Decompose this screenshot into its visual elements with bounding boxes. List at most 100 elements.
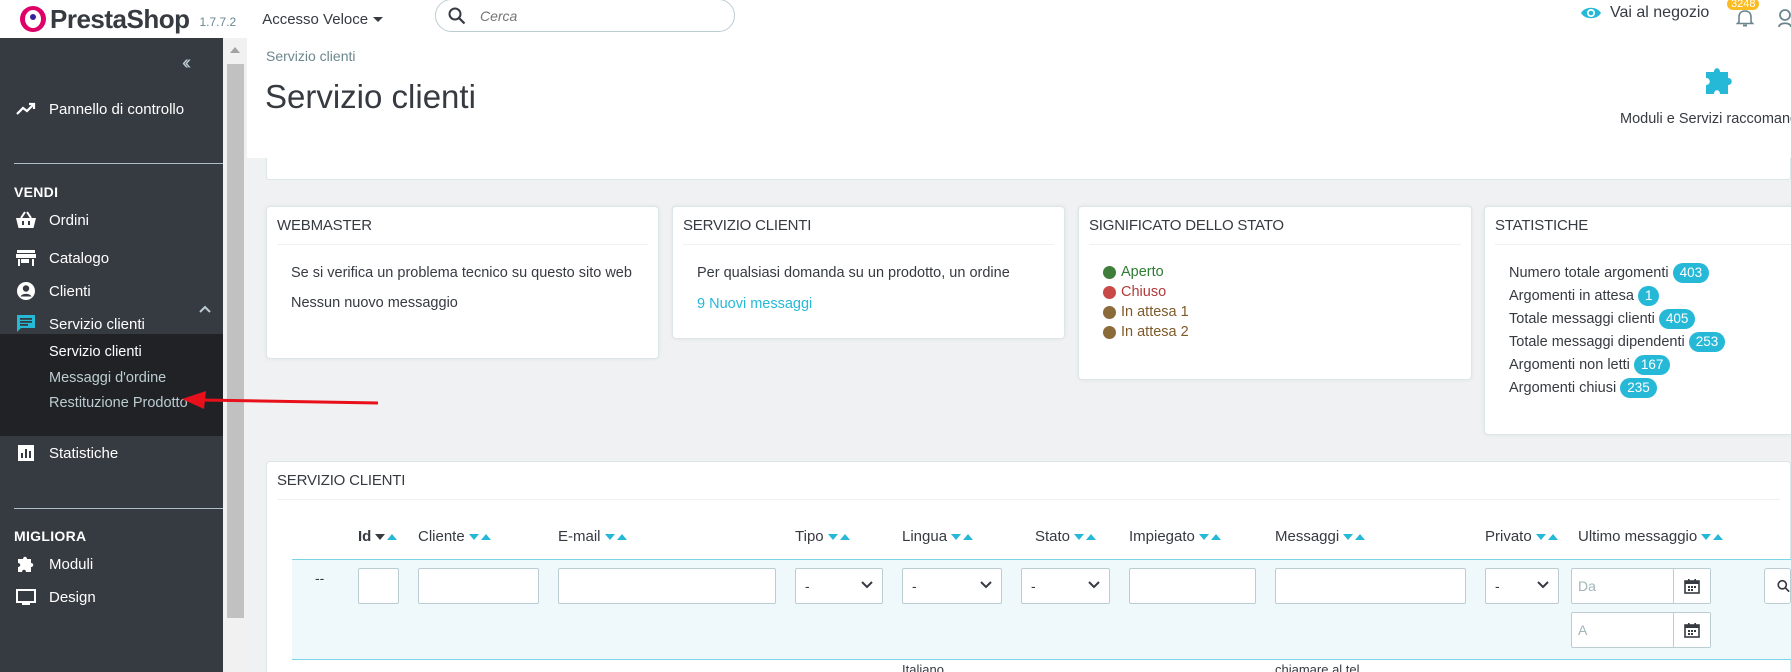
puzzle-icon (14, 554, 38, 574)
quick-access-dropdown[interactable]: Accesso Veloce (262, 11, 384, 28)
chevron-down-icon (1088, 581, 1100, 589)
breadcrumb[interactable]: Servizio clienti (266, 48, 355, 64)
sort-desc-icon[interactable] (1701, 533, 1712, 540)
sort-desc-icon[interactable] (1343, 533, 1354, 540)
sort-desc-icon[interactable] (375, 533, 386, 540)
sidebar-item-stats[interactable]: Statistiche (0, 434, 223, 472)
filter-customer-input[interactable] (418, 568, 539, 604)
sidebar: ‹‹ Pannello di controllo VENDI Ordini Ca… (0, 38, 223, 672)
submenu-item-order-messages[interactable]: Messaggi d'ordine (49, 370, 166, 386)
page-title: Servizio clienti (265, 78, 476, 115)
view-shop-label: Vai al negozio (1610, 4, 1710, 21)
search-input[interactable] (480, 7, 700, 24)
prestashop-logo-icon (20, 6, 46, 32)
chevron-down-icon (861, 581, 873, 589)
notifications-bell-icon[interactable] (1735, 8, 1755, 28)
search-icon[interactable] (448, 7, 466, 25)
account-circle-icon (14, 281, 38, 301)
chevron-down-icon (1537, 581, 1549, 589)
stat-badge: 1 (1637, 286, 1660, 306)
panel-status-meaning: SIGNIFICATO DELLO STATO Aperto Chiuso In… (1078, 206, 1472, 380)
sort-asc-icon[interactable] (1713, 533, 1724, 540)
filter-id-input[interactable] (358, 568, 399, 604)
employee-icon[interactable] (1775, 8, 1791, 28)
annotation-arrow-icon (182, 391, 379, 409)
calendar-icon[interactable] (1673, 569, 1710, 603)
sort-desc-icon[interactable] (468, 533, 479, 540)
sidebar-item-label: Clienti (49, 282, 91, 300)
chevron-up-icon[interactable] (198, 304, 212, 314)
collapse-sidebar-icon[interactable]: ‹‹ (182, 52, 192, 75)
column-header-customer: Cliente (418, 528, 491, 545)
sidebar-item-orders[interactable]: Ordini (0, 201, 223, 239)
sort-asc-icon[interactable] (839, 533, 850, 540)
filter-status-select[interactable]: - (1021, 568, 1110, 604)
filter-messages-input[interactable] (1275, 568, 1466, 604)
logo-text: PrestaShop (50, 3, 190, 34)
sidebar-item-design[interactable]: Design (0, 578, 223, 616)
chat-icon (14, 314, 38, 334)
sort-desc-icon[interactable] (604, 533, 615, 540)
sort-asc-icon[interactable] (1547, 533, 1558, 540)
filter-row-dashes: -- (315, 570, 325, 586)
filter-private-select[interactable]: - (1485, 568, 1559, 604)
sidebar-item-label: Pannello di controllo (49, 100, 185, 118)
sidebar-item-label: Design (49, 588, 96, 606)
panel-title: WEBMASTER (277, 207, 648, 245)
puzzle-icon[interactable] (1703, 64, 1737, 96)
sort-desc-icon[interactable] (951, 533, 962, 540)
sidebar-item-dashboard[interactable]: Pannello di controllo (0, 90, 223, 128)
sidebar-item-label: Moduli (49, 555, 94, 573)
column-header-language: Lingua (902, 528, 974, 545)
sort-asc-icon[interactable] (1086, 533, 1097, 540)
sort-desc-icon[interactable] (1198, 533, 1209, 540)
notification-count-badge: 3248 (1727, 0, 1760, 10)
status-dot-icon (1103, 285, 1116, 299)
submenu-item-customer-service[interactable]: Servizio clienti (49, 344, 142, 360)
sidebar-divider (14, 163, 223, 164)
stat-row: Argomenti in attesa 1 (1509, 286, 1789, 306)
stat-row: Numero totale argomenti 403 (1509, 263, 1789, 283)
sort-asc-icon[interactable] (387, 533, 398, 540)
scroll-up-arrow-icon[interactable] (230, 47, 240, 53)
customer-service-submenu: Servizio clienti Messaggi d'ordine Resti… (0, 334, 223, 436)
prestashop-logo[interactable]: PrestaShop (20, 4, 190, 35)
sort-desc-icon[interactable] (827, 533, 838, 540)
status-dot-icon (1103, 325, 1116, 339)
filter-employee-input[interactable] (1129, 568, 1256, 604)
caret-down-icon (373, 16, 384, 22)
sort-asc-icon[interactable] (480, 533, 491, 540)
version-label: 1.7.7.2 (199, 15, 237, 29)
sort-asc-icon[interactable] (963, 533, 974, 540)
calendar-icon[interactable] (1673, 613, 1710, 647)
filter-type-select[interactable]: - (795, 568, 883, 604)
sort-asc-icon[interactable] (616, 533, 627, 540)
status-row-open: Aperto (1103, 262, 1447, 282)
new-messages-link[interactable]: 9 Nuovi messaggi (697, 294, 1040, 314)
bar-chart-icon (14, 443, 38, 463)
search-box (435, 0, 735, 32)
status-dot-icon (1103, 265, 1116, 279)
top-header: PrestaShop 1.7.7.2 Accesso Veloce (0, 0, 1791, 38)
filter-date-from[interactable]: Da (1571, 568, 1711, 604)
column-header-private: Privato (1485, 528, 1558, 545)
sidebar-divider (14, 508, 223, 509)
sort-asc-icon[interactable] (1210, 533, 1221, 540)
sidebar-scrollbar-thumb[interactable] (227, 64, 244, 618)
sort-desc-icon[interactable] (1074, 533, 1085, 540)
eye-icon (1581, 7, 1601, 19)
column-header-type: Tipo (795, 528, 850, 545)
sort-desc-icon[interactable] (1535, 533, 1546, 540)
filter-email-input[interactable] (558, 568, 776, 604)
submenu-item-merchandise-returns[interactable]: Restituzione Prodotto (49, 395, 188, 411)
sort-asc-icon[interactable] (1355, 533, 1366, 540)
filter-date-to[interactable]: A (1571, 612, 1711, 648)
filter-language-select[interactable]: - (902, 568, 1002, 604)
filter-search-button[interactable] (1764, 568, 1791, 604)
view-shop-link[interactable]: Vai al negozio (1580, 4, 1709, 22)
sidebar-item-label: Statistiche (49, 444, 119, 462)
row-message-cell[interactable]: chiamare al tel (1275, 662, 1360, 672)
recommended-modules-button[interactable]: Moduli e Servizi raccomandati (1620, 111, 1791, 127)
stat-row: Totale messaggi dipendenti 253 (1509, 332, 1789, 352)
status-row-closed: Chiuso (1103, 282, 1447, 302)
